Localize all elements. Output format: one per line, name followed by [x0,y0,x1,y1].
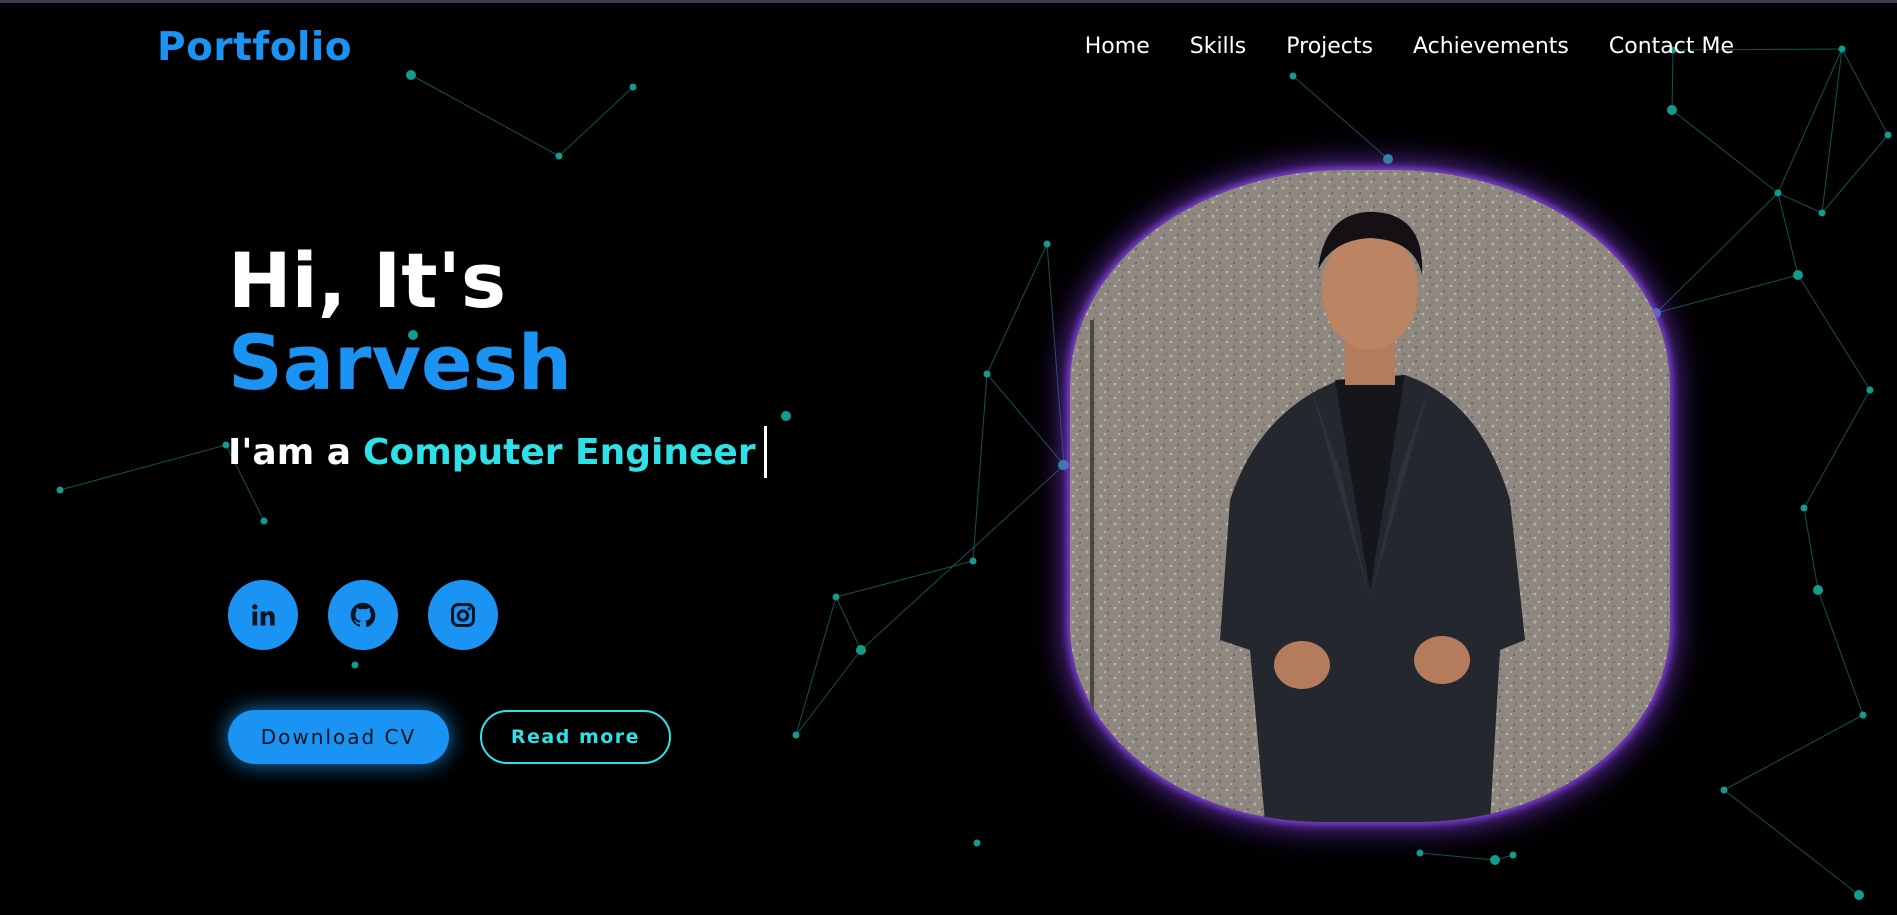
particle-dot [351,661,359,669]
particle-dot [1490,855,1500,865]
particle-dot [1793,270,1803,280]
particle-link [1671,109,1779,194]
role-typed-text: Computer Engineer [363,431,756,473]
particle-dot [1774,189,1782,197]
hero-greeting: Hi, It's [228,236,507,325]
particle-dot [1854,890,1864,900]
particle-dot [1800,504,1808,512]
particle-dot [1884,131,1892,139]
particle-link [835,596,862,651]
particle-link [795,649,862,736]
nav-home[interactable]: Home [1085,34,1150,59]
particle-link [1817,589,1864,716]
particle-link [1803,507,1819,591]
particle-dot [1818,209,1826,217]
particle-link [1655,274,1799,314]
particle-link [1821,134,1889,214]
particle-dot [792,731,800,739]
particle-dot [1667,105,1677,115]
typing-cursor [763,426,767,478]
particle-dot [1720,786,1728,794]
particle-link [1655,192,1779,314]
instagram-icon [450,602,476,628]
nav-skills[interactable]: Skills [1190,34,1247,59]
particle-link [795,596,837,736]
particle-dot [1416,849,1424,857]
particle-link [1723,789,1860,896]
particle-dot [1043,240,1051,248]
linkedin-icon [252,604,275,626]
particle-dot [555,152,563,160]
particle-link [986,373,1065,466]
hero-actions: Download CV Read more [228,710,671,764]
profile-photo-image [1070,170,1670,822]
particle-dot [983,370,991,378]
nav-contact-me[interactable]: Contact Me [1609,34,1734,59]
linkedin-button[interactable] [228,580,298,650]
particle-dot [1058,460,1068,470]
particle-dot [1866,386,1874,394]
particle-link [860,464,1065,651]
particle-dot [56,486,64,494]
particle-dot [1509,851,1517,859]
social-links [228,580,498,650]
particle-link [1803,389,1871,509]
particle-link [558,86,634,157]
particle-dot [832,593,840,601]
particle-link [1419,852,1496,861]
nav-projects[interactable]: Projects [1286,34,1373,59]
hero-role: I'am a Computer Engineer [228,426,767,478]
hero-name: Sarvesh [228,318,572,407]
particle-dot [1813,585,1823,595]
read-more-button[interactable]: Read more [480,710,671,764]
profile-photo [1070,170,1670,822]
particle-link [1723,714,1864,791]
particle-link [972,373,988,562]
particle-link [59,444,227,491]
particle-dot [1383,154,1393,164]
instagram-button[interactable] [428,580,498,650]
hero-intro: Hi, It's Sarvesh I'am a Computer Enginee… [228,240,767,478]
particle-link [1777,192,1823,214]
role-prefix: I'am a [228,431,352,473]
particle-link [1777,192,1799,276]
particle-dot [973,839,981,847]
particle-link [986,243,1048,375]
site-header: Portfolio Home Skills Projects Achieveme… [0,3,1897,93]
download-cv-button[interactable]: Download CV [228,710,449,764]
particle-dot [260,517,268,525]
particle-dot [969,557,977,565]
particle-dot [1859,711,1867,719]
particle-dot [856,645,866,655]
particle-link [1046,243,1065,466]
particle-link [1797,274,1871,391]
particle-dot [781,411,791,421]
github-icon [350,602,376,628]
main-nav: Home Skills Projects Achievements Contac… [1085,34,1734,59]
nav-achievements[interactable]: Achievements [1413,34,1569,59]
logo[interactable]: Portfolio [157,25,352,70]
github-button[interactable] [328,580,398,650]
